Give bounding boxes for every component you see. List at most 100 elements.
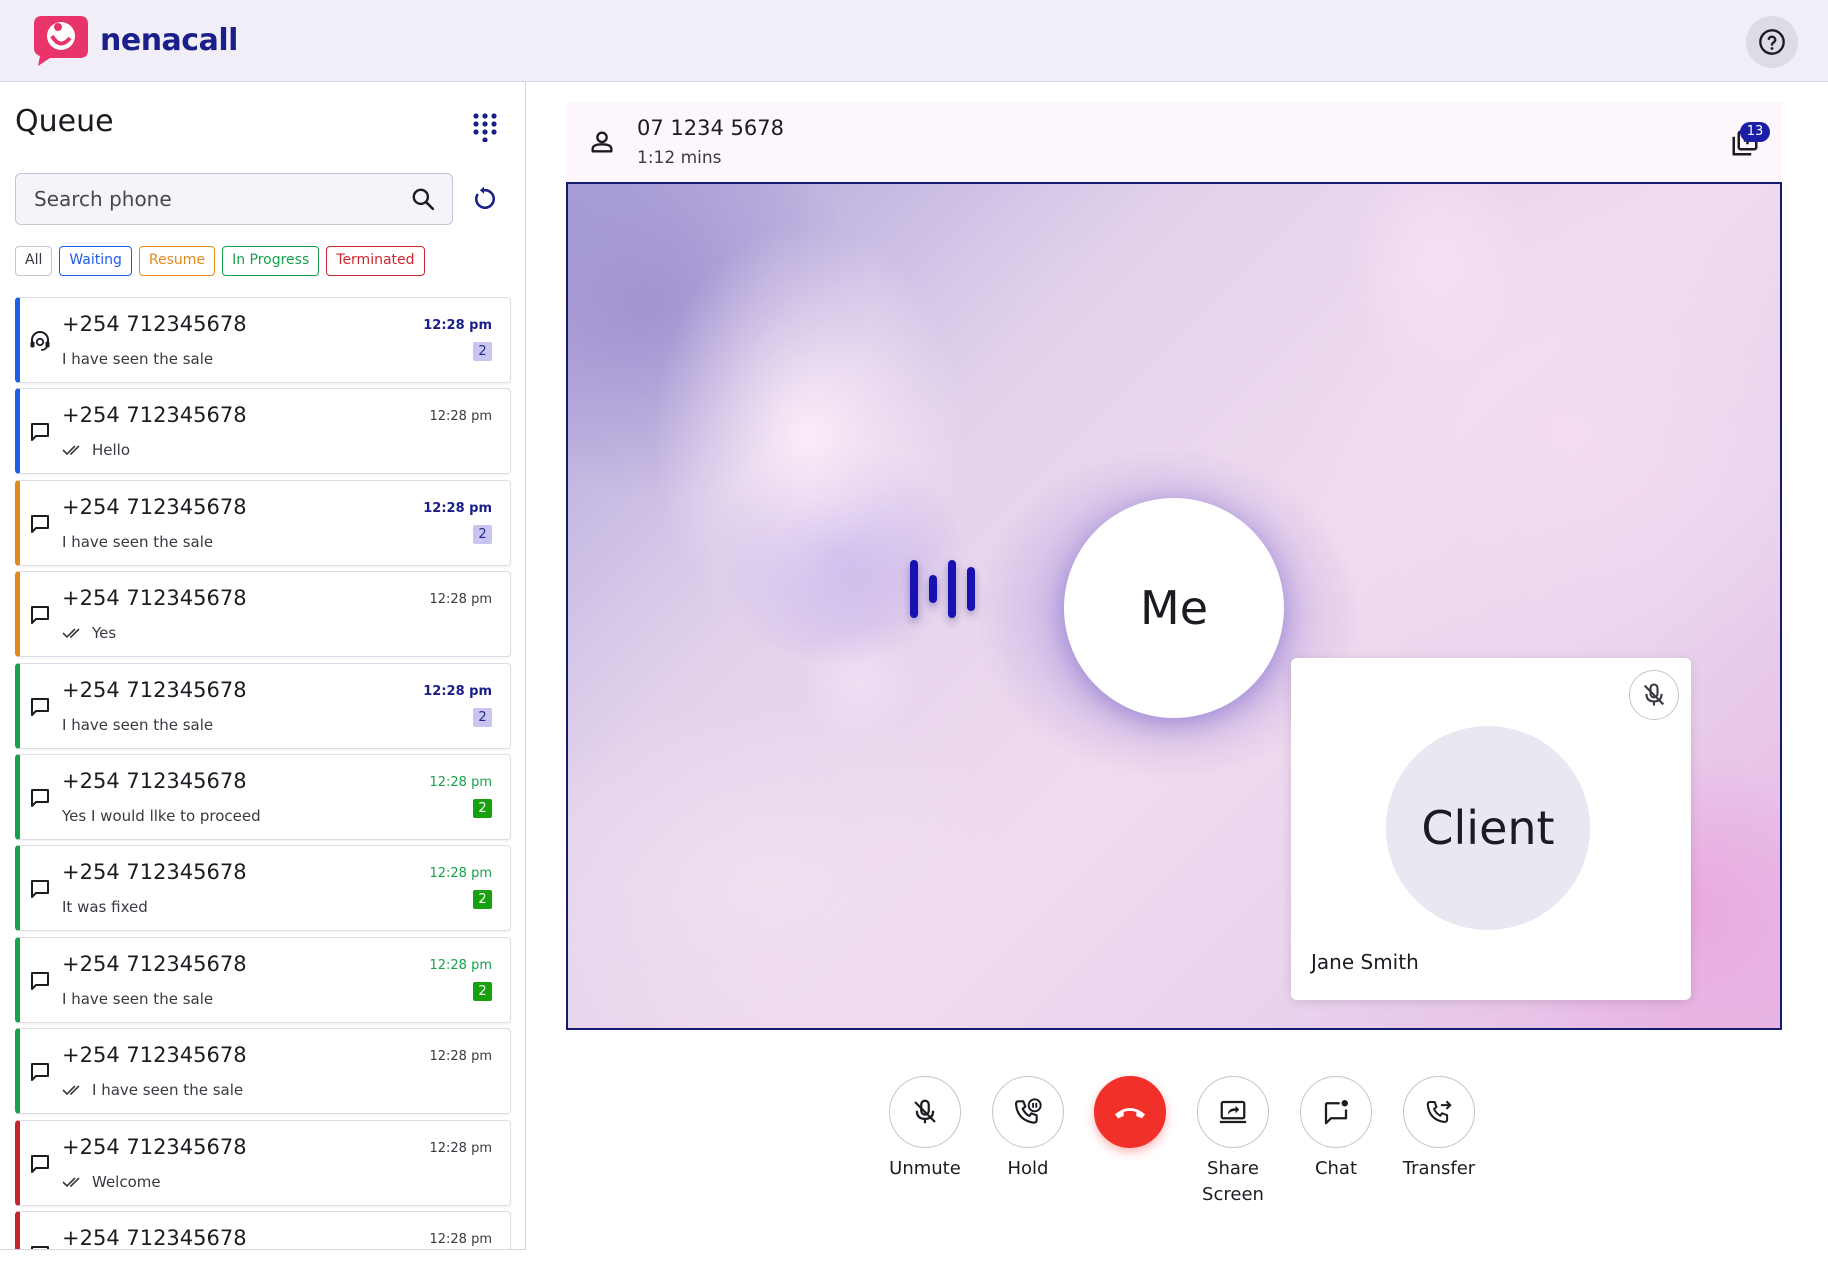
queue-item-phone: +254 712345678 <box>62 677 247 702</box>
brand-name: nenacall <box>100 22 238 58</box>
hangup-control <box>1080 1076 1180 1148</box>
queue-item[interactable]: +254 712345678 I have seen the sale 12:2… <box>15 936 511 1023</box>
screen-share-icon <box>1219 1100 1247 1124</box>
queue-item-message-text: Hello <box>92 441 131 460</box>
caller-number: 07 1234 5678 <box>637 116 784 140</box>
queue-item-time: 12:28 pm <box>423 683 492 699</box>
mic-off-icon <box>914 1099 936 1124</box>
double-check-icon <box>62 1085 80 1096</box>
queue-item-message: Welcome <box>62 1173 161 1191</box>
queue-item-phone: +254 712345678 <box>62 1225 247 1250</box>
queue-item-message-text: It was fixed <box>62 898 148 917</box>
filter-resume[interactable]: Resume <box>138 246 216 276</box>
queue-item-message: I have seen the sale <box>62 350 213 368</box>
queue-item-time: 12:28 pm <box>429 1231 492 1247</box>
queue-item-message: I have seen the sale <box>62 716 213 734</box>
queue-item-message: Yes <box>62 624 116 642</box>
share-screen-control: Share Screen <box>1183 1076 1283 1208</box>
double-check-icon <box>62 1176 80 1187</box>
transfer-label: Transfer <box>1402 1158 1476 1179</box>
client-video-tile[interactable]: Client Jane Smith <box>1291 658 1691 1000</box>
chat-button[interactable] <box>1300 1076 1372 1148</box>
client-avatar: Client <box>1386 726 1590 930</box>
call-controls: Unmute Hold Share Screen Chat Transfer <box>875 1076 1475 1216</box>
help-button[interactable] <box>1746 16 1798 68</box>
share-screen-label-line1: Share <box>1207 1158 1259 1179</box>
filter-terminated[interactable]: Terminated <box>326 246 425 276</box>
unmute-button[interactable] <box>889 1076 961 1148</box>
hangup-button[interactable] <box>1094 1076 1166 1148</box>
queue-item-phone: +254 712345678 <box>62 860 247 885</box>
queue-item-phone: +254 712345678 <box>62 951 247 976</box>
queue-item-time: 12:28 pm <box>429 1049 492 1065</box>
queue-item-message-text: I have seen the sale <box>62 532 214 551</box>
queue-item[interactable]: +254 712345678 12:28 pm <box>15 1210 511 1250</box>
chat-control: Chat <box>1286 1076 1386 1182</box>
filter-all[interactable]: All <box>15 246 53 276</box>
queue-item[interactable]: +254 712345678 Yes I would llke to proce… <box>15 753 511 840</box>
transfer-button[interactable] <box>1403 1076 1475 1148</box>
queue-item-message: Hello <box>62 441 130 459</box>
client-label: Client <box>1421 801 1555 855</box>
phone-forwarded-icon <box>1426 1100 1452 1123</box>
app-logo[interactable]: nenacall <box>30 14 238 66</box>
queue-item-time: 12:28 pm <box>429 1140 492 1156</box>
speaking-indicator-icon <box>910 554 990 624</box>
queue-item[interactable]: +254 712345678 I have seen the sale 12:2… <box>15 479 511 566</box>
share-screen-label: Share Screen <box>1183 1156 1283 1208</box>
queue-item-message-text: I have seen the sale <box>62 715 214 734</box>
dialpad-icon[interactable] <box>470 112 500 142</box>
chat-bubble-icon <box>31 423 49 442</box>
queue-item-time: 12:28 pm <box>423 500 492 516</box>
queue-item[interactable]: +254 712345678 Hello 12:28 pm <box>15 388 511 475</box>
chat-bubble-icon <box>31 788 49 807</box>
mic-off-icon <box>1643 683 1665 706</box>
search-box <box>15 173 453 225</box>
queue-item-message-text: I have seen the sale <box>62 350 214 368</box>
chat-bubble-icon <box>31 514 49 533</box>
chat-bubble-icon <box>31 971 49 990</box>
call-header: 07 1234 5678 1:12 mins 13 <box>566 102 1782 182</box>
filter-waiting[interactable]: Waiting <box>59 246 132 276</box>
chat-bubble-icon <box>31 606 49 625</box>
participants-count-badge: 13 <box>1740 122 1770 142</box>
queue-item-time: 12:28 pm <box>429 957 492 973</box>
unread-count-badge: 2 <box>473 890 492 910</box>
share-screen-button[interactable] <box>1197 1076 1269 1148</box>
queue-item-message-text: Welcome <box>92 1172 161 1191</box>
queue-item[interactable]: +254 712345678 I have seen the sale 12:2… <box>15 297 511 383</box>
top-bar: nenacall <box>0 0 1828 82</box>
filter-in-progress[interactable]: In Progress <box>222 246 320 276</box>
queue-item-time: 12:28 pm <box>429 592 492 608</box>
queue-item[interactable]: +254 712345678 It was fixed 12:28 pm 2 <box>15 845 511 932</box>
call-end-icon <box>1114 1108 1146 1119</box>
chat-bubble-icon <box>31 1154 49 1173</box>
queue-item[interactable]: +254 712345678 I have seen the sale 12:2… <box>15 662 511 749</box>
queue-item-time: 12:28 pm <box>429 409 492 425</box>
queue-item-phone: +254 712345678 <box>62 494 247 519</box>
hold-label: Hold <box>1007 1158 1049 1179</box>
queue-item-time: 12:28 pm <box>429 866 492 882</box>
queue-item-message: It was fixed <box>62 898 148 916</box>
chat-bubble-icon <box>31 1063 49 1082</box>
queue-item[interactable]: +254 712345678 Yes 12:28 pm <box>15 571 511 658</box>
unread-count-badge: 2 <box>473 342 492 361</box>
transfer-control: Transfer <box>1389 1076 1489 1182</box>
queue-title: Queue <box>15 104 114 139</box>
queue-item-time: 12:28 pm <box>423 318 492 333</box>
queue-list: +254 712345678 I have seen the sale 12:2… <box>15 297 511 1250</box>
call-duration: 1:12 mins <box>637 148 722 168</box>
chat-label: Chat <box>1314 1158 1358 1179</box>
hold-button[interactable] <box>992 1076 1064 1148</box>
search-icon[interactable] <box>410 186 436 212</box>
unread-count-badge: 2 <box>473 707 492 727</box>
queue-item-phone: +254 712345678 <box>62 312 247 336</box>
search-input[interactable] <box>34 174 394 224</box>
share-screen-label-line2: Screen <box>1202 1184 1264 1205</box>
queue-item-message: I have seen the sale <box>62 990 213 1008</box>
queue-item[interactable]: +254 712345678 Welcome 12:28 pm <box>15 1119 511 1206</box>
headset-agent-icon <box>30 331 50 351</box>
refresh-icon[interactable] <box>470 185 498 213</box>
chat-bubble-icon <box>31 697 49 716</box>
queue-item[interactable]: +254 712345678 I have seen the sale 12:2… <box>15 1028 511 1115</box>
